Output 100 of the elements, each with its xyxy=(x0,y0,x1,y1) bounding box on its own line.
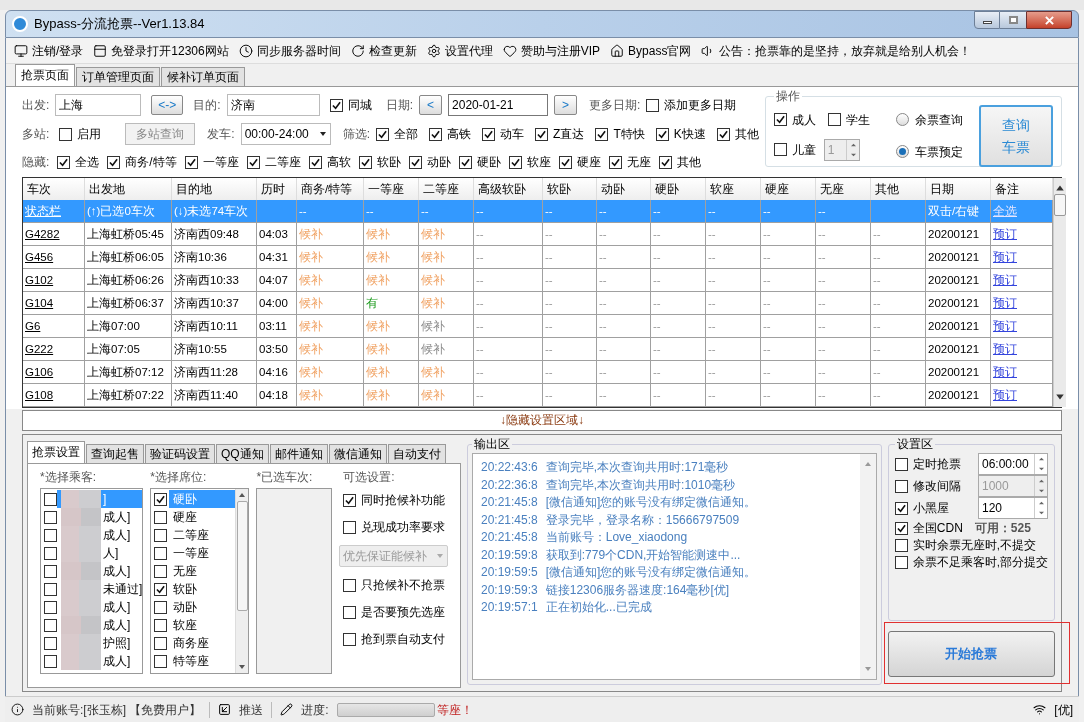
table-row[interactable]: G102 上海虹桥06:26 济南西10:33 04:07 候补 候补 候补 -- -- -- -- -- -- -- -- 20200121 预订 xyxy=(23,269,1053,292)
toolbar-button[interactable]: 检查更新 xyxy=(350,41,417,60)
scrollbar[interactable] xyxy=(1053,178,1066,407)
seat-item[interactable]: 硬座 xyxy=(151,508,236,526)
tab[interactable]: 微信通知 xyxy=(328,444,387,463)
spinner-field[interactable]: 120 xyxy=(978,497,1048,519)
table-row[interactable]: G4282 上海虹桥05:45 济南西09:48 04:03 候补 候补 候补 -- -- -- -- -- -- -- -- 20200121 预订 xyxy=(23,223,1053,246)
checkbox[interactable]: 其他 xyxy=(716,125,759,143)
checkbox[interactable]: 只抢候补不抢票 xyxy=(339,576,448,594)
checkbox[interactable] xyxy=(44,582,57,596)
scrollbar[interactable] xyxy=(235,489,249,673)
checkbox[interactable]: 添加更多日期 xyxy=(646,96,737,114)
seat-item[interactable]: 软卧 xyxy=(151,580,236,598)
tab[interactable]: QQ通知 xyxy=(216,444,269,463)
checkbox[interactable] xyxy=(44,492,57,506)
toolbar-button[interactable]: 赞助与注册VIP xyxy=(502,41,601,60)
checkbox[interactable] xyxy=(154,654,168,668)
toolbar-button[interactable]: 注销/登录 xyxy=(14,41,84,60)
departure-time-dropdown[interactable]: 00:00-24:00 xyxy=(240,123,331,145)
tab[interactable]: 候补订单页面 xyxy=(161,67,245,86)
checkbox[interactable]: 实时余票无座时,不提交 xyxy=(894,537,1048,555)
radio-button[interactable]: 车票预定 xyxy=(895,142,963,161)
destination-field[interactable]: 济南 xyxy=(226,94,320,116)
seat-item[interactable]: 动卧 xyxy=(151,598,236,616)
checkbox[interactable]: 商务/特等 xyxy=(107,153,177,171)
checkbox[interactable] xyxy=(44,636,57,650)
passenger-item[interactable]: 成人] xyxy=(41,598,143,616)
checkbox[interactable]: 抢到票自动支付 xyxy=(339,630,448,648)
checkbox[interactable]: Z直达 xyxy=(535,125,585,143)
seat-item[interactable]: 软座 xyxy=(151,616,236,634)
toolbar-button[interactable]: 免登录打开12306网站 xyxy=(93,41,229,60)
table-row[interactable]: G456 上海虹桥06:05 济南10:36 04:31 候补 候补 候补 -- -- -- -- -- -- -- -- 20200121 预订 xyxy=(23,246,1053,269)
table-row[interactable]: G222 上海07:05 济南10:55 03:50 候补 候补 候补 -- -- -- -- -- -- -- -- 20200121 预订 xyxy=(23,338,1053,361)
push-label[interactable]: 推送 xyxy=(239,700,264,719)
checkbox[interactable] xyxy=(154,546,168,560)
toolbar-button[interactable]: Bypass官网 xyxy=(610,41,692,60)
tab[interactable]: 查询起售 xyxy=(86,444,144,463)
checkbox[interactable] xyxy=(154,564,168,578)
checkbox[interactable]: 高软 xyxy=(308,153,351,171)
checkbox[interactable]: K快速 xyxy=(655,125,706,143)
seat-item[interactable]: 一等座 xyxy=(151,544,236,562)
checkbox[interactable]: 余票不足乘客时,部分提交 xyxy=(894,554,1048,572)
seat-item[interactable]: 二等座 xyxy=(151,526,236,544)
minimize-button[interactable] xyxy=(974,11,1000,29)
toolbar-button[interactable]: 设置代理 xyxy=(426,41,493,60)
checkbox[interactable]: 是否要预先选座 xyxy=(339,603,448,621)
checkbox[interactable]: 硬卧 xyxy=(458,153,501,171)
scroll-thumb[interactable] xyxy=(1054,194,1066,216)
checkbox[interactable]: 二等座 xyxy=(246,153,301,171)
passenger-item[interactable]: 未通过] xyxy=(41,580,143,598)
checkbox[interactable] xyxy=(154,510,168,524)
tab[interactable]: 订单管理页面 xyxy=(76,67,160,86)
seat-item[interactable]: 无座 xyxy=(151,562,236,580)
scroll-thumb[interactable] xyxy=(236,501,248,611)
checkbox[interactable] xyxy=(154,528,168,542)
hide-settings-bar[interactable]: ↓隐藏设置区域↓ xyxy=(22,410,1062,431)
checkbox[interactable]: 硬座 xyxy=(558,153,601,171)
checkbox[interactable] xyxy=(44,510,57,524)
checkbox[interactable]: 动卧 xyxy=(408,153,451,171)
radio-button[interactable]: 余票查询 xyxy=(895,110,963,129)
tab[interactable]: 抢票设置 xyxy=(27,441,85,463)
checkbox[interactable] xyxy=(154,600,168,614)
checkbox[interactable] xyxy=(44,654,57,668)
tab[interactable]: 验证码设置 xyxy=(145,444,215,463)
checkbox[interactable]: 软卧 xyxy=(358,153,401,171)
checkbox[interactable]: 同时抢候补功能 xyxy=(339,491,448,509)
toolbar-button[interactable]: 同步服务器时间 xyxy=(238,41,341,60)
checkbox[interactable]: 高铁 xyxy=(429,125,472,143)
checkbox[interactable] xyxy=(154,618,168,632)
table-row[interactable]: G106 上海虹桥07:12 济南西11:28 04:16 候补 候补 候补 -- -- -- -- -- -- -- -- 20200121 预订 xyxy=(23,361,1053,384)
checkbox[interactable]: 全部 xyxy=(376,125,419,143)
checkbox[interactable]: 成人 xyxy=(773,110,816,129)
checkbox[interactable]: 全选 xyxy=(57,153,100,171)
tab[interactable]: 邮件通知 xyxy=(269,444,328,463)
tab[interactable]: 抢票页面 xyxy=(15,64,75,86)
departure-field[interactable]: 上海 xyxy=(55,94,142,116)
swap-button[interactable]: <-> xyxy=(151,95,184,115)
checkbox[interactable]: 软座 xyxy=(508,153,551,171)
checkbox[interactable]: 同城 xyxy=(329,96,372,114)
checkbox[interactable]: 动车 xyxy=(482,125,525,143)
checkbox[interactable] xyxy=(154,582,168,596)
checkbox[interactable]: 兑现成功率要求 xyxy=(339,518,448,536)
checkbox[interactable] xyxy=(154,636,168,650)
checkbox[interactable] xyxy=(44,528,57,542)
checkbox[interactable]: 其他 xyxy=(658,153,701,171)
checkbox[interactable]: 启用 xyxy=(59,125,102,143)
passenger-item[interactable]: 成人] xyxy=(41,562,143,580)
passenger-item[interactable]: 护照] xyxy=(41,634,143,652)
train-link[interactable]: G108 xyxy=(23,384,85,407)
date-field[interactable]: 2020-01-21 xyxy=(448,94,549,116)
checkbox[interactable]: 儿童 xyxy=(773,140,816,159)
checkbox[interactable] xyxy=(44,546,57,560)
passenger-item[interactable]: 人] xyxy=(41,544,143,562)
seat-item[interactable]: 商务座 xyxy=(151,634,236,652)
checkbox[interactable]: 无座 xyxy=(608,153,651,171)
checkbox[interactable]: 全国CDN xyxy=(894,519,963,537)
passenger-item[interactable]: 成人] xyxy=(41,616,143,634)
checkbox[interactable] xyxy=(44,600,57,614)
tab[interactable]: 自动支付 xyxy=(387,444,446,463)
spinner-field[interactable]: 06:00:00 xyxy=(978,453,1048,475)
